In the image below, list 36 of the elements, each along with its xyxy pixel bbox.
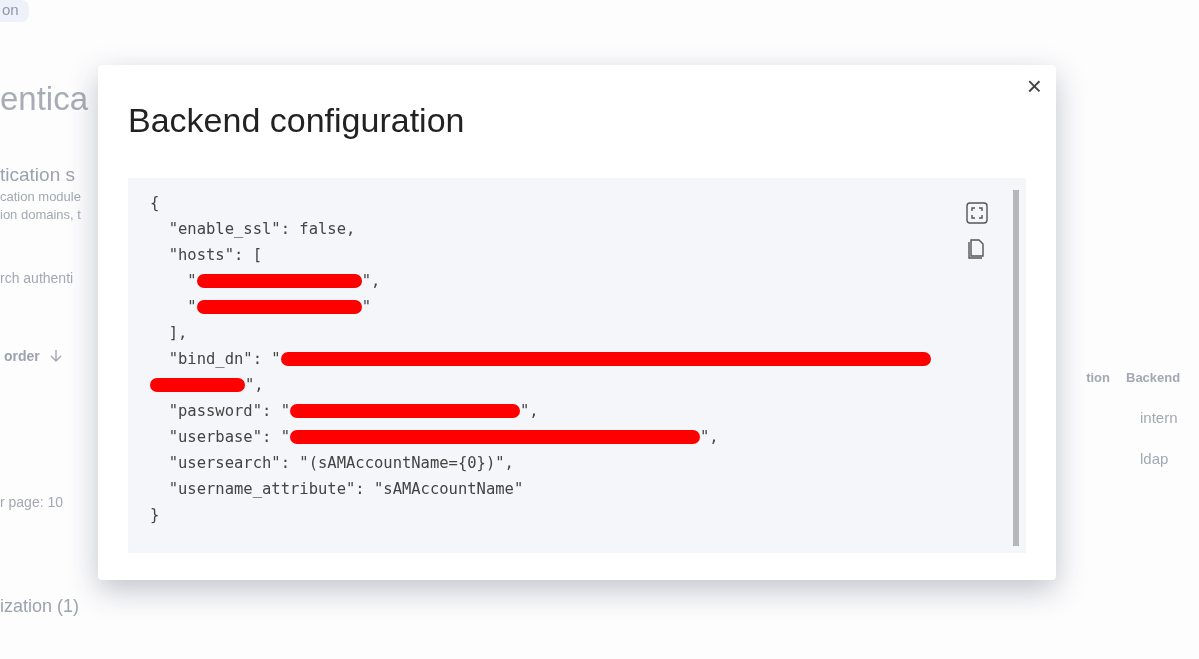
code-line: ", xyxy=(700,428,719,446)
column-header: tion xyxy=(1085,370,1110,385)
copy-icon[interactable] xyxy=(966,238,986,260)
table-cell-text: intern xyxy=(1140,409,1179,426)
page-heading: entica xyxy=(0,80,89,118)
code-line: ", xyxy=(361,272,381,290)
code-line: " xyxy=(186,298,197,316)
code-line: " xyxy=(186,272,197,290)
section-title: tication s xyxy=(0,164,75,186)
code-line: " xyxy=(361,298,371,316)
table-cell-text: ldap xyxy=(1140,450,1170,467)
code-line: } xyxy=(150,506,160,524)
close-button[interactable]: × xyxy=(1022,73,1046,99)
code-line: "userbase": " xyxy=(167,428,290,446)
code-line: "usersearch": "(sAMAccountName={0})", xyxy=(167,454,514,472)
fullscreen-icon[interactable] xyxy=(966,202,988,224)
description-text: ion domains, t xyxy=(0,207,81,222)
search-field[interactable]: rch authenti xyxy=(0,270,74,286)
code-line: "username_attribute": "sAMAccountName" xyxy=(167,480,524,498)
code-line: ", xyxy=(520,402,539,420)
section-title: ization (1) xyxy=(0,596,80,617)
code-line: { xyxy=(150,194,160,212)
rows-per-page-dropdown[interactable]: r page: 10 xyxy=(0,494,64,510)
column-header: Backend xyxy=(1126,370,1181,385)
code-line: ], xyxy=(167,324,188,342)
scrollbar[interactable] xyxy=(1013,190,1019,546)
code-line: "enable_ssl": false, xyxy=(167,220,356,238)
code-line: "password": " xyxy=(167,402,290,420)
tag-badge: on xyxy=(0,0,29,22)
description-text: cation module xyxy=(0,189,81,204)
code-line: ", xyxy=(245,376,264,394)
code-line: "bind_dn": " xyxy=(167,350,281,368)
code-line: "hosts": [ xyxy=(167,246,262,264)
column-header[interactable]: order xyxy=(0,348,62,364)
arrow-down-icon xyxy=(49,349,62,363)
dialog-title: Backend configuration xyxy=(128,101,466,140)
